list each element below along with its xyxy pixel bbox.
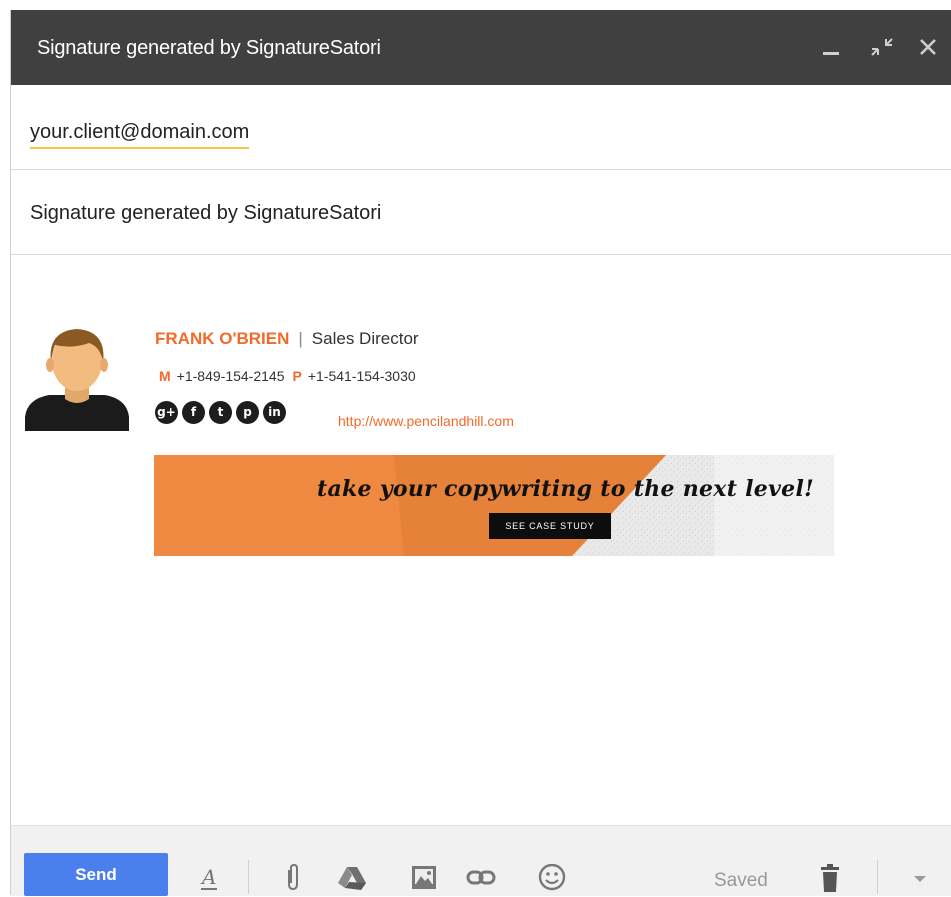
twitter-icon[interactable]: t [209, 401, 232, 424]
facebook-icon[interactable]: f [182, 401, 205, 424]
recipient-row[interactable]: your.client@domain.com [11, 85, 951, 170]
linkedin-icon[interactable]: in [263, 401, 286, 424]
recipient-chip[interactable]: your.client@domain.com [30, 121, 250, 149]
drive-icon[interactable] [337, 864, 367, 892]
google-plus-icon[interactable]: g+ [155, 401, 178, 424]
exit-fullscreen-icon[interactable] [867, 30, 897, 64]
link-icon[interactable] [466, 864, 496, 892]
signature-phone-line: M +1-849-154-2145 P +1-541-154-3030 [159, 368, 424, 384]
send-button[interactable]: Send [24, 853, 168, 896]
signature-name-line: FRANK O'BRIEN | Sales Director [155, 329, 419, 349]
phone-label: P [292, 368, 302, 384]
close-icon[interactable] [913, 30, 943, 64]
compose-window: Signature generated by SignatureSatori y… [10, 10, 951, 896]
signature-separator: | [298, 329, 303, 348]
formatting-icon[interactable]: A [194, 864, 224, 892]
website-link[interactable]: http://www.pencilandhill.com [338, 413, 514, 429]
more-options-icon[interactable] [905, 864, 935, 892]
toolbar-divider [248, 860, 249, 894]
mobile-number: +1-849-154-2145 [176, 368, 285, 384]
phone-number: +1-541-154-3030 [307, 368, 416, 384]
compose-titlebar[interactable]: Signature generated by SignatureSatori [11, 10, 951, 85]
subject-field[interactable]: Signature generated by SignatureSatori [30, 202, 381, 225]
emoji-icon[interactable] [537, 863, 567, 892]
attach-icon[interactable] [277, 863, 307, 892]
toolbar-divider [877, 860, 878, 894]
saved-status: Saved [714, 870, 768, 891]
subject-row[interactable]: Signature generated by SignatureSatori [11, 170, 951, 255]
social-icons: g+ f t p in [155, 401, 290, 427]
compose-title: Signature generated by SignatureSatori [37, 37, 381, 59]
signature-title: Sales Director [311, 329, 419, 348]
mobile-label: M [159, 368, 171, 384]
message-body[interactable]: FRANK O'BRIEN | Sales Director M +1-849-154… [11, 255, 951, 825]
signature-banner[interactable]: take your copywriting to the next level!… [154, 455, 834, 556]
minimize-icon[interactable] [816, 30, 846, 64]
pinterest-icon[interactable]: p [236, 401, 259, 424]
banner-headline: take your copywriting to the next level! [317, 476, 815, 502]
case-study-button[interactable]: SEE CASE STUDY [489, 513, 611, 539]
signature-name: FRANK O'BRIEN [155, 329, 290, 348]
avatar [23, 325, 131, 431]
compose-toolbar: Send A Saved [11, 825, 951, 896]
trash-icon[interactable] [815, 864, 845, 892]
svg-text:A: A [200, 865, 216, 889]
photo-icon[interactable] [409, 864, 439, 892]
